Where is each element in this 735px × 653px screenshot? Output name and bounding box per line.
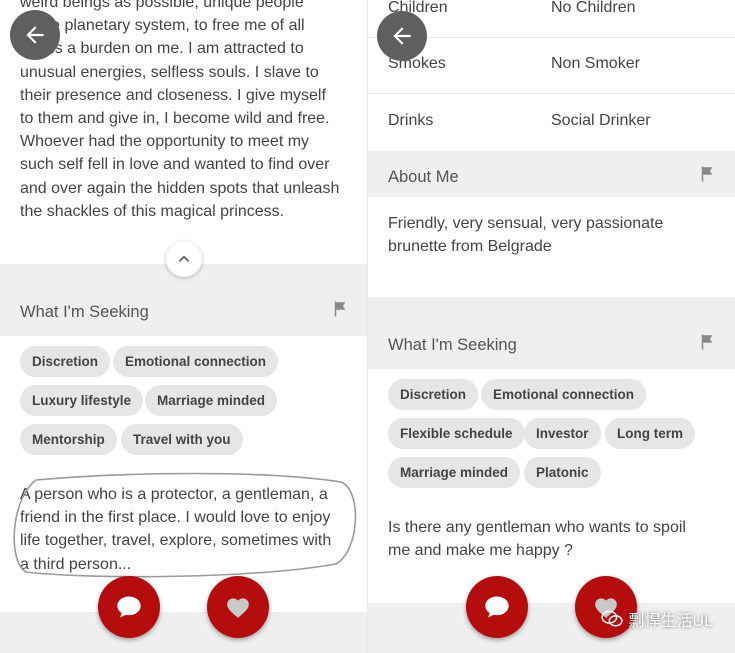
- flag-icon[interactable]: [331, 300, 349, 318]
- back-button[interactable]: [377, 11, 427, 61]
- favorite-button[interactable]: [207, 576, 269, 638]
- bio-line: their presence and closeness. I give mys…: [20, 86, 326, 104]
- tag-chip[interactable]: Long term: [605, 418, 695, 449]
- tag-chip[interactable]: Travel with you: [121, 424, 243, 455]
- profile-panel-right: Children No Children Smokes Non Smoker D…: [368, 0, 735, 653]
- chat-bubble-icon: [485, 596, 509, 618]
- heart-icon: [227, 598, 249, 618]
- tag-chip[interactable]: Flexible schedule: [388, 418, 525, 449]
- watermark-text: 剽悍生活UL: [628, 613, 713, 630]
- tag-chip[interactable]: Mentorship: [20, 424, 117, 455]
- about-text: Friendly, very sensual, very passionate …: [388, 212, 718, 258]
- tag-chip[interactable]: Emotional connection: [113, 346, 279, 377]
- chevron-up-icon: [178, 255, 190, 262]
- flag-icon[interactable]: [698, 165, 716, 183]
- seeking-description: Is there any gentleman who wants to spoi…: [388, 516, 718, 562]
- tag-chip[interactable]: Investor: [524, 418, 601, 449]
- section-title-seeking: What I'm Seeking: [20, 303, 149, 321]
- text-line: brunette from Belgrade: [388, 238, 552, 256]
- profile-panel-left: weird beings as possible, unique people …: [0, 0, 368, 653]
- bio-line: such self fell in love and wanted to fin…: [20, 156, 330, 174]
- tag-chip[interactable]: Marriage minded: [145, 385, 278, 416]
- detail-value: Social Drinker: [551, 112, 651, 129]
- flag-icon[interactable]: [698, 333, 716, 351]
- tag-chip[interactable]: Platonic: [524, 457, 601, 488]
- text-line: Friendly, very sensual, very passionate: [388, 215, 664, 232]
- detail-value: Non Smoker: [551, 55, 640, 72]
- bio-line: to them and give in, I become wild and f…: [20, 110, 330, 128]
- text-line: Is there any gentleman who wants to spoi…: [388, 519, 686, 536]
- watermark: 剽悍生活UL: [600, 607, 713, 631]
- expand-bio-button[interactable]: [166, 241, 202, 277]
- detail-value: No Children: [551, 0, 636, 16]
- arrow-left-icon: [393, 27, 411, 45]
- wechat-icon: [600, 610, 623, 627]
- section-title-seeking: What I'm Seeking: [388, 336, 517, 354]
- back-button[interactable]: [10, 10, 60, 60]
- bio-line: Whoever had the opportunity to meet my: [20, 133, 310, 151]
- tag-chip[interactable]: Luxury lifestyle: [20, 385, 144, 416]
- arrow-left-icon: [26, 26, 44, 44]
- bio-line: unusual energies, selfless souls. I slav…: [20, 63, 319, 81]
- bio-line: and over again the hidden spots that unl…: [20, 179, 340, 197]
- bottom-band: [0, 612, 368, 653]
- bio-line: that is a burden on me. I am attracted t…: [20, 40, 304, 58]
- tag-chip[interactable]: Discretion: [20, 346, 111, 377]
- message-button[interactable]: [466, 576, 528, 638]
- bio-line: of the planetary system, to free me of a…: [20, 17, 305, 35]
- section-title-about: About Me: [388, 168, 459, 186]
- detail-row-drinks: Drinks Social Drinker: [368, 94, 735, 150]
- bio-text: weird beings as possible, unique people …: [20, 0, 350, 223]
- highlight-circle: [13, 472, 357, 578]
- bio-line: the shackles of this magical princess.: [20, 202, 285, 220]
- tag-chip[interactable]: Discretion: [388, 379, 479, 410]
- bio-line: weird beings as possible, unique people: [20, 0, 304, 11]
- detail-label: Drinks: [388, 112, 434, 129]
- tag-chip[interactable]: Emotional connection: [481, 379, 647, 410]
- text-line: me and make me happy ?: [388, 542, 573, 560]
- chat-bubble-icon: [117, 596, 141, 618]
- message-button[interactable]: [98, 576, 160, 638]
- tag-chip[interactable]: Marriage minded: [388, 457, 521, 488]
- seeking-header: [368, 297, 735, 369]
